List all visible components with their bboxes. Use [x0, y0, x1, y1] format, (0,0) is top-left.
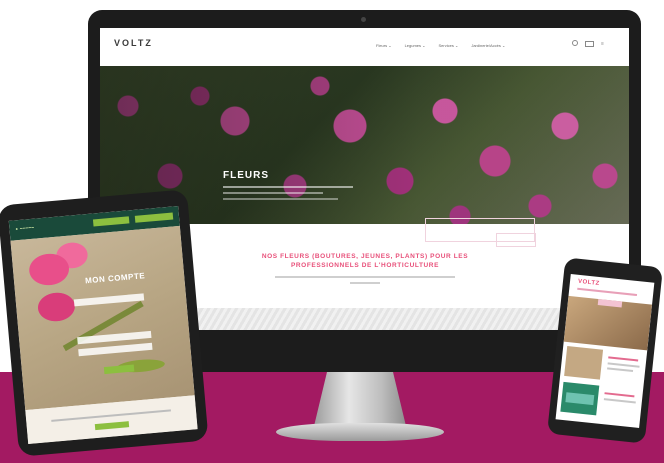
section-headline: NOS FLEURS (BOUTURES, JEUNES, PLANTS) PO… [261, 253, 469, 269]
site-logo[interactable]: VOLTZ [114, 38, 153, 48]
menu-icon[interactable]: ≡ [601, 40, 609, 48]
cart-icon[interactable] [585, 41, 594, 47]
header-icons: ≡ [572, 40, 609, 48]
hero-title: FLEURS [223, 170, 269, 181]
phone-card-title [604, 392, 635, 398]
tablet-screen: ● ━━━━━ MON COMPTE [8, 206, 198, 444]
monitor-stand-base [276, 423, 444, 441]
nav-item-fleurs[interactable]: Fleurs ⌄ [376, 43, 392, 48]
tablet-logo[interactable]: ● ━━━━━ [15, 225, 34, 232]
phone-tagline [577, 287, 638, 297]
tablet-header-button[interactable] [134, 212, 174, 223]
tablet-hero-photo [10, 225, 195, 411]
phone-card-image[interactable] [564, 346, 604, 380]
phone-device: VOLTZ [547, 257, 663, 444]
webcam-dot [361, 17, 366, 22]
showcase-stage: VOLTZ Fleurs ⌄ Legumes ⌄ Services ⌄ Jard… [0, 0, 664, 463]
main-nav: Fleurs ⌄ Legumes ⌄ Services ⌄ Jardinerie… [376, 43, 518, 48]
section-subtext-line [275, 276, 455, 278]
phone-card-text [603, 398, 636, 404]
search-icon[interactable] [572, 40, 578, 46]
hero-text-line [223, 192, 323, 194]
phone-card-text [607, 367, 634, 373]
hero-text-line [223, 198, 338, 200]
decorative-frame [496, 233, 536, 247]
section-subtext-line [350, 282, 380, 284]
nav-item-legumes[interactable]: Legumes ⌄ [405, 43, 426, 48]
phone-logo[interactable]: VOLTZ [578, 279, 600, 287]
phone-screen: VOLTZ [555, 274, 655, 428]
hero-text-line [223, 186, 353, 188]
tablet-device: ● ━━━━━ MON COMPTE [0, 189, 209, 457]
nav-item-jardinerie[interactable]: Jardinerie/Accès ⌄ [471, 43, 505, 48]
nav-item-services[interactable]: Services ⌄ [439, 43, 459, 48]
tablet-header-button[interactable] [92, 216, 130, 227]
site-header: VOLTZ Fleurs ⌄ Legumes ⌄ Services ⌄ Jard… [100, 28, 629, 66]
phone-card-title [608, 356, 639, 362]
